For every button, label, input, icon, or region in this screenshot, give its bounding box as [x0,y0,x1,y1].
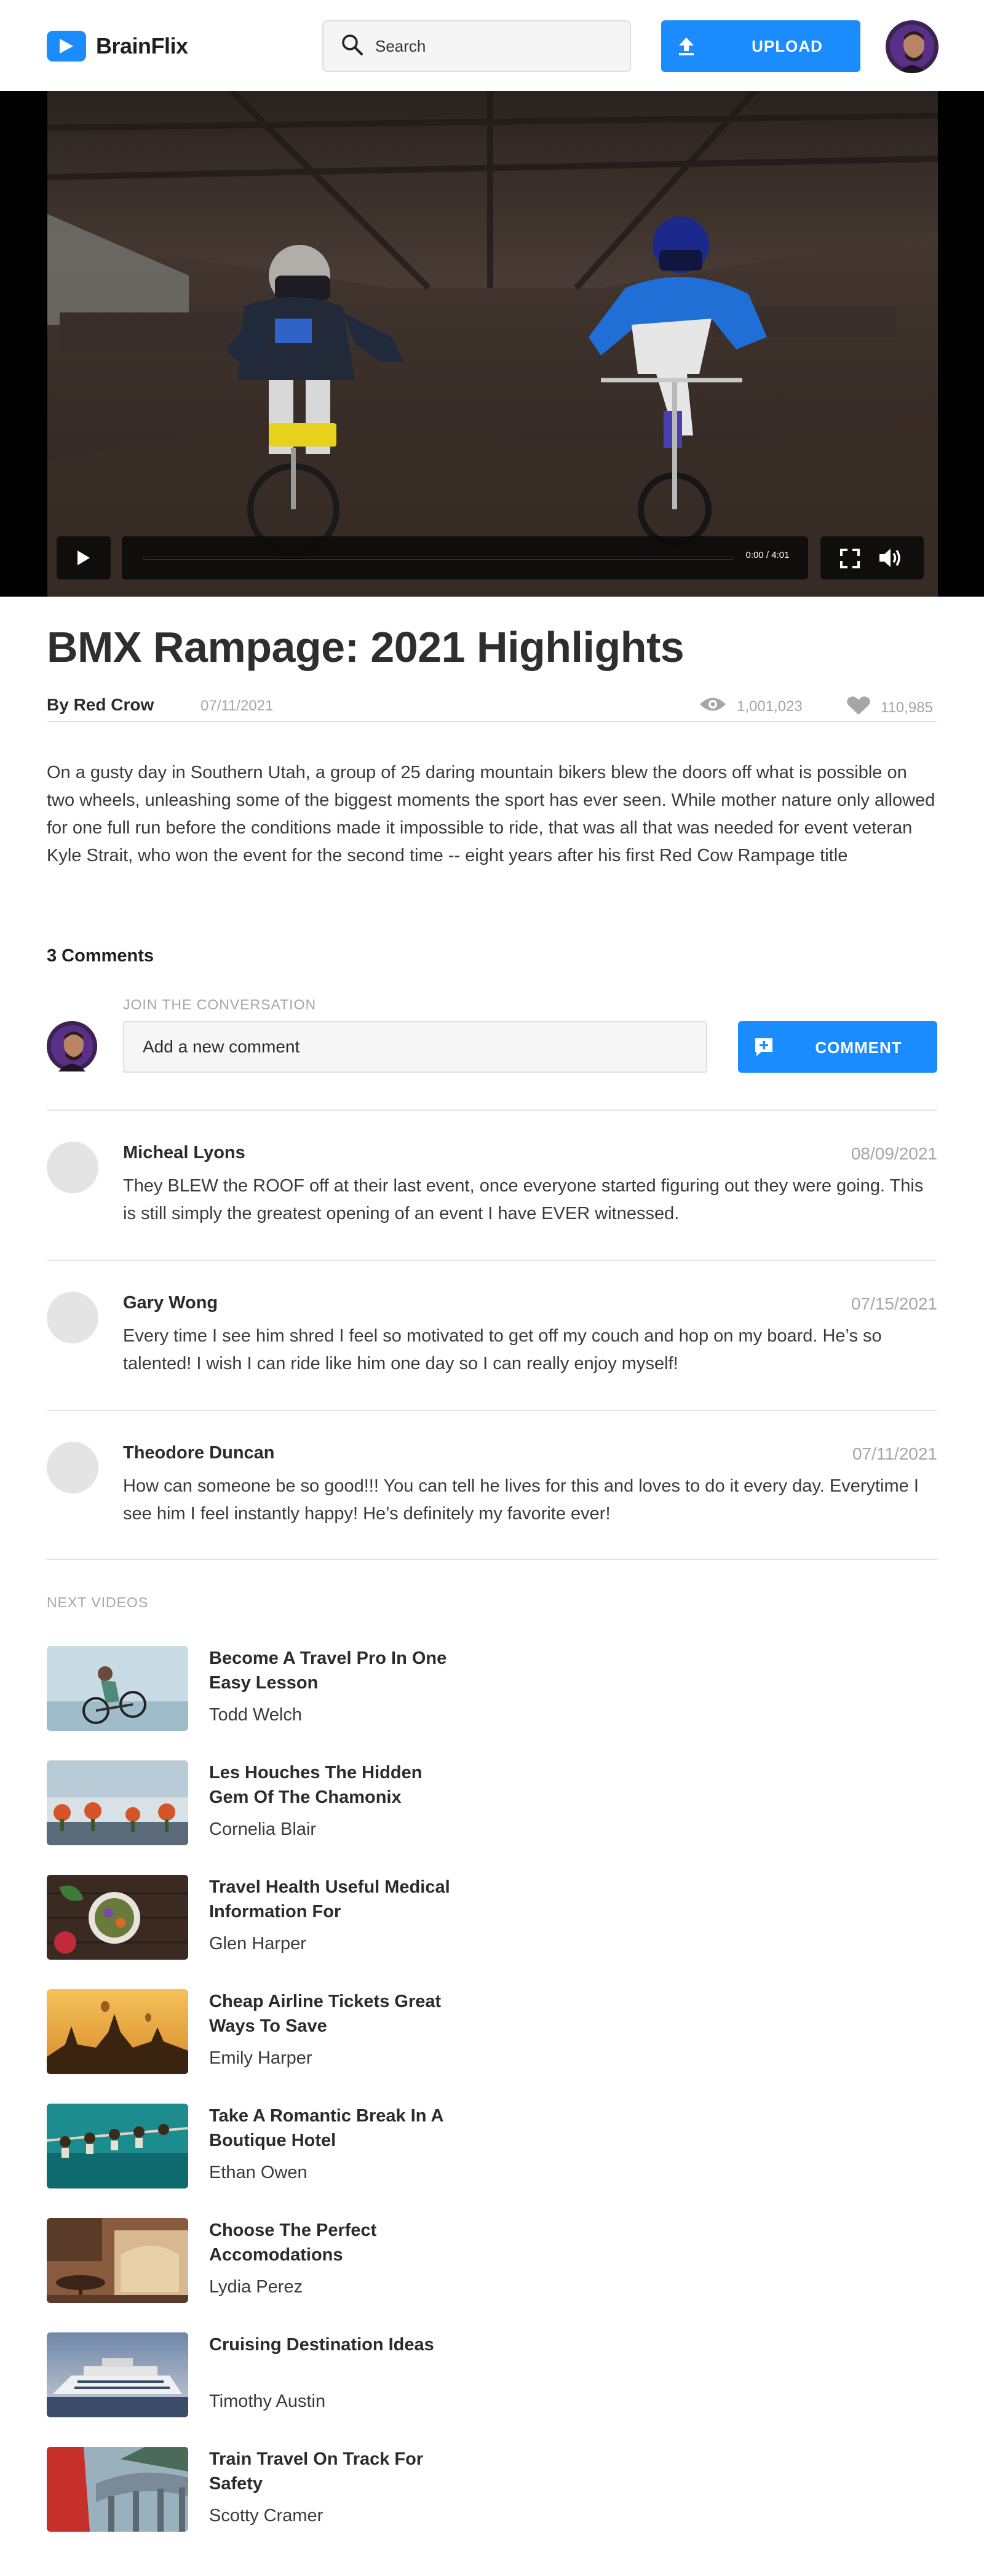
comment-item: Gary Wong 07/15/2021 Every time I see hi… [47,1260,937,1410]
next-video-item[interactable]: Become A Travel Pro In One Easy Lesson T… [47,1646,453,1732]
divider [47,1559,937,1560]
next-videos-label: NEXT VIDEOS [47,1594,149,1610]
next-video-author: Lydia Perez [209,2277,303,2297]
video-poster[interactable] [47,91,938,597]
commenter-avatar [47,1292,98,1343]
player-controls: 0:00 / 4:01 [57,536,924,579]
scrubber-container: 0:00 / 4:01 [122,536,808,579]
video-author: By Red Crow [47,695,154,714]
video-date: 07/11/2021 [200,698,274,714]
comment-button-label: COMMENT [815,1038,902,1057]
video-thumbnail[interactable] [47,2218,188,2303]
comment-date: 08/09/2021 [851,1144,937,1163]
views-count: 1,001,023 [737,698,803,715]
current-user-avatar [47,1021,97,1071]
next-video-item[interactable]: Train Travel On Track For Safety Scotty … [47,2447,453,2533]
next-video-title[interactable]: Cheap Airline Tickets Great Ways To Save [209,1989,455,2038]
player-right-controls [820,536,924,579]
play-button[interactable] [57,536,111,579]
next-video-item[interactable]: Cheap Airline Tickets Great Ways To Save… [47,1989,453,2075]
add-comment-icon [754,1037,774,1061]
next-video-item[interactable]: Take A Romantic Break In A Boutique Hote… [47,2104,453,2190]
search-icon [341,33,364,60]
upload-icon [677,36,696,60]
play-logo-icon [47,31,86,62]
next-video-title[interactable]: Choose The Perfect Accomodations [209,2218,455,2267]
brand-logo[interactable]: BrainFlix [47,30,188,63]
likes-counter[interactable]: 110,985 [846,695,933,720]
next-video-author: Emily Harper [209,2048,312,2068]
comment-text: They BLEW the ROOF off at their last eve… [123,1176,924,1223]
comment-date: 07/15/2021 [851,1294,937,1313]
comment-text: How can someone be so good!!! You can te… [123,1476,919,1524]
fullscreen-icon[interactable] [840,549,860,571]
likes-count: 110,985 [881,699,933,716]
comment-item: Micheal Lyons 08/09/2021 They BLEW the R… [47,1110,937,1260]
play-icon [76,550,91,569]
video-thumbnail[interactable] [47,2332,188,2417]
search-box[interactable] [322,20,631,72]
next-video-author: Scotty Cramer [209,2506,323,2526]
video-thumbnail[interactable] [47,1646,188,1731]
next-video-author: Cornelia Blair [209,1819,317,1839]
next-video-item[interactable]: Les Houches The Hidden Gem Of The Chamon… [47,1760,453,1847]
volume-icon[interactable] [878,547,903,571]
commenter-name: Gary Wong [123,1293,218,1313]
video-thumbnail[interactable] [47,1760,188,1845]
eye-icon [699,695,727,718]
next-video-title[interactable]: Become A Travel Pro In One Easy Lesson [209,1646,455,1695]
heart-icon [846,695,871,720]
commenter-name: Micheal Lyons [123,1143,245,1163]
commenter-avatar [47,1142,98,1193]
site-header: BrainFlix UPLOAD [0,0,984,91]
comment-item: Theodore Duncan 07/11/2021 How can someo… [47,1410,937,1560]
upload-button[interactable]: UPLOAD [661,20,860,72]
next-video-item[interactable]: Choose The Perfect Accomodations Lydia P… [47,2218,453,2304]
next-video-title[interactable]: Take A Romantic Break In A Boutique Hote… [209,2104,455,2153]
video-thumbnail[interactable] [47,2447,188,2532]
next-video-title[interactable]: Les Houches The Hidden Gem Of The Chamon… [209,1760,455,1810]
upload-button-label: UPLOAD [752,36,823,55]
progress-scrubber[interactable] [143,557,734,560]
video-title: BMX Rampage: 2021 Highlights [47,623,684,671]
video-meta: By Red Crow 07/11/2021 1,001,023 110,985 [47,693,937,722]
next-video-title[interactable]: Cruising Destination Ideas [209,2332,455,2357]
video-thumbnail[interactable] [47,1989,188,2074]
comment-input[interactable] [123,1021,707,1073]
next-video-author: Todd Welch [209,1705,302,1725]
search-input[interactable] [375,36,609,56]
next-video-author: Timothy Austin [209,2391,326,2411]
video-description: On a gusty day in Southern Utah, a group… [47,763,935,865]
next-video-item[interactable]: Cruising Destination Ideas Timothy Austi… [47,2332,453,2419]
comment-button[interactable]: COMMENT [738,1021,937,1073]
time-display: 0:00 / 4:01 [745,550,790,560]
user-avatar[interactable] [886,20,938,73]
comment-text: Every time I see him shred I feel so mot… [123,1326,882,1373]
comments-count: 3 Comments [47,946,154,966]
comment-date: 07/11/2021 [852,1444,937,1463]
next-video-author: Ethan Owen [209,2163,308,2182]
commenter-avatar [47,1442,98,1493]
brand-name: BrainFlix [96,33,188,58]
next-video-author: Glen Harper [209,1934,306,1954]
video-player[interactable]: 0:00 / 4:01 [0,91,984,597]
commenter-name: Theodore Duncan [123,1443,275,1463]
views-counter: 1,001,023 [699,695,803,718]
video-thumbnail[interactable] [47,2104,188,2188]
next-video-item[interactable]: Travel Health Useful Medical Information… [47,1875,453,1961]
video-thumbnail[interactable] [47,1875,188,1960]
next-video-title[interactable]: Train Travel On Track For Safety [209,2447,455,2496]
join-conversation-label: JOIN THE CONVERSATION [123,996,317,1012]
next-video-title[interactable]: Travel Health Useful Medical Information… [209,1875,455,1924]
